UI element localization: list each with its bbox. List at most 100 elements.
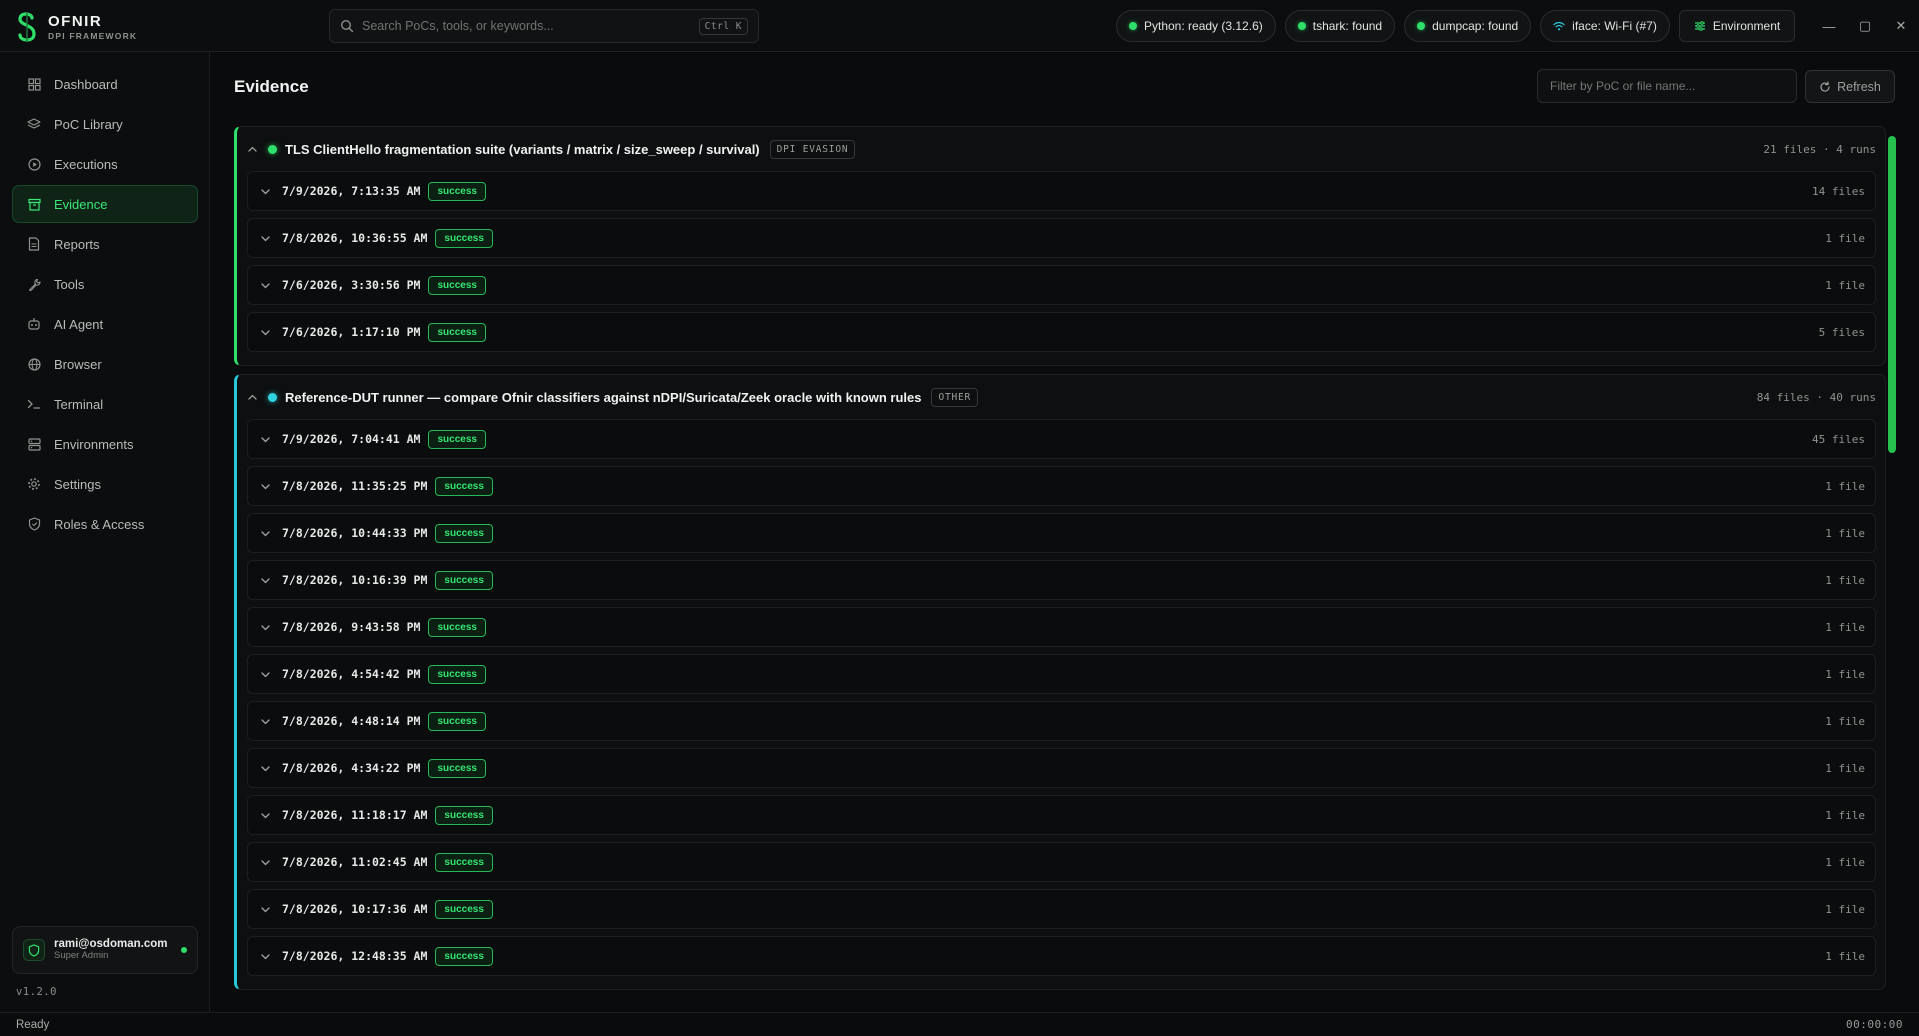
chevron-down-icon[interactable] [260, 903, 272, 915]
chevron-down-icon[interactable] [260, 809, 272, 821]
sidebar-item-label: Terminal [54, 396, 104, 412]
sidebar-item-evidence[interactable]: Evidence [12, 185, 198, 223]
group-category-tag: DPI EVASION [769, 139, 856, 159]
chevron-down-icon[interactable] [260, 433, 272, 445]
run-row[interactable]: 7/8/2026, 9:43:58 PM success 1 file [247, 607, 1876, 647]
minimize-button[interactable]: — [1811, 0, 1847, 52]
refresh-button[interactable]: Refresh [1805, 70, 1895, 103]
sidebar-item-ai-agent[interactable]: AI Agent [12, 305, 198, 343]
sidebar-item-browser[interactable]: Browser [12, 345, 198, 383]
window-controls: — ▢ ✕ [1811, 0, 1919, 52]
sidebar-item-roles-access[interactable]: Roles & Access [12, 505, 198, 543]
chevron-down-icon[interactable] [260, 480, 272, 492]
chevron-up-icon[interactable] [247, 391, 259, 403]
iface-status-pill[interactable]: iface: Wi-Fi (#7) [1540, 10, 1670, 42]
close-button[interactable]: ✕ [1883, 0, 1919, 52]
chevron-down-icon[interactable] [260, 621, 272, 633]
chevron-down-icon[interactable] [260, 232, 272, 244]
chevron-down-icon[interactable] [260, 856, 272, 868]
status-badge: success [435, 946, 493, 966]
run-timestamp: 7/8/2026, 11:02:45 AM [282, 855, 428, 869]
run-row[interactable]: 7/9/2026, 7:13:35 AM success 14 files [247, 171, 1876, 211]
layers-icon [27, 117, 41, 131]
run-timestamp: 7/8/2026, 4:34:22 PM [282, 761, 421, 775]
sidebar-item-label: AI Agent [54, 316, 104, 332]
status-badge: success [435, 899, 493, 919]
sidebar-item-reports[interactable]: Reports [12, 225, 198, 263]
chevron-down-icon[interactable] [260, 326, 272, 338]
run-timestamp: 7/8/2026, 11:18:17 AM [282, 808, 428, 822]
run-row[interactable]: 7/8/2026, 11:18:17 AM success 1 file [247, 795, 1876, 835]
run-row[interactable]: 7/8/2026, 10:16:39 PM success 1 file [247, 560, 1876, 600]
run-row[interactable]: 7/8/2026, 4:48:14 PM success 1 file [247, 701, 1876, 741]
chevron-down-icon[interactable] [260, 527, 272, 539]
run-row[interactable]: 7/8/2026, 12:48:35 AM success 1 file [247, 936, 1876, 976]
global-search[interactable]: Ctrl K [329, 9, 759, 43]
run-row[interactable]: 7/8/2026, 10:44:33 PM success 1 file [247, 513, 1876, 553]
user-card[interactable]: rami@osdoman.com Super Admin [12, 926, 198, 974]
run-row[interactable]: 7/8/2026, 11:02:45 AM success 1 file [247, 842, 1876, 882]
scrollbar[interactable] [1888, 136, 1896, 1012]
run-timestamp: 7/8/2026, 4:54:42 PM [282, 667, 421, 681]
evidence-group-header[interactable]: TLS ClientHello fragmentation suite (var… [247, 127, 1876, 171]
status-badge: success [435, 228, 493, 248]
status-badge: success [428, 711, 486, 731]
status-dot-icon [1297, 22, 1306, 30]
run-row[interactable]: 7/6/2026, 3:30:56 PM success 1 file [247, 265, 1876, 305]
run-row[interactable]: 7/6/2026, 1:17:10 PM success 5 files [247, 312, 1876, 352]
terminal-icon [27, 397, 41, 411]
sidebar-item-label: Reports [54, 236, 100, 252]
scrollbar-thumb[interactable] [1888, 136, 1896, 453]
run-row[interactable]: 7/8/2026, 10:17:36 AM success 1 file [247, 889, 1876, 929]
chevron-down-icon[interactable] [260, 279, 272, 291]
sidebar-item-tools[interactable]: Tools [12, 265, 198, 303]
tshark-status-pill[interactable]: tshark: found [1284, 10, 1396, 42]
status-pills: Python: ready (3.12.6) tshark: found dum… [1116, 10, 1796, 42]
sidebar-item-executions[interactable]: Executions [12, 145, 198, 183]
status-dot-icon [1417, 22, 1426, 30]
chevron-up-icon[interactable] [247, 143, 259, 155]
dumpcap-status-pill[interactable]: dumpcap: found [1404, 10, 1532, 42]
chevron-down-icon[interactable] [260, 715, 272, 727]
sidebar-item-label: Dashboard [54, 76, 118, 92]
sidebar-item-dashboard[interactable]: Dashboard [12, 65, 198, 103]
maximize-button[interactable]: ▢ [1847, 0, 1883, 52]
status-badge: success [435, 476, 493, 496]
sidebar-item-terminal[interactable]: Terminal [12, 385, 198, 423]
sidebar-item-poc-library[interactable]: PoC Library [12, 105, 198, 143]
gear-icon [27, 477, 41, 491]
run-row[interactable]: 7/8/2026, 4:54:42 PM success 1 file [247, 654, 1876, 694]
evidence-group-header[interactable]: Reference-DUT runner — compare Ofnir cla… [247, 375, 1876, 419]
run-row[interactable]: 7/8/2026, 11:35:25 PM success 1 file [247, 466, 1876, 506]
archive-icon [27, 197, 41, 211]
run-row[interactable]: 7/9/2026, 7:04:41 AM success 45 files [247, 419, 1876, 459]
sidebar-item-settings[interactable]: Settings [12, 465, 198, 503]
evidence-filter-input[interactable] [1537, 69, 1797, 103]
shield-icon [28, 943, 40, 957]
environment-button[interactable]: Environment [1678, 10, 1796, 42]
run-row[interactable]: 7/8/2026, 10:36:55 AM success 1 file [247, 218, 1876, 258]
chevron-down-icon[interactable] [260, 950, 272, 962]
chevron-down-icon[interactable] [260, 574, 272, 586]
run-file-count: 1 file [1825, 667, 1865, 681]
sidebar-item-label: Evidence [54, 196, 108, 212]
search-icon [340, 19, 354, 33]
chevron-down-icon[interactable] [260, 185, 272, 197]
run-timestamp: 7/6/2026, 1:17:10 PM [282, 325, 421, 339]
run-file-count: 1 file [1825, 902, 1865, 916]
sidebar-item-label: Browser [54, 356, 102, 372]
chevron-down-icon[interactable] [260, 668, 272, 680]
sidebar-item-label: Executions [54, 156, 118, 172]
run-row[interactable]: 7/8/2026, 4:34:22 PM success 1 file [247, 748, 1876, 788]
search-input[interactable] [362, 19, 699, 33]
run-timestamp: 7/8/2026, 10:17:36 AM [282, 902, 428, 916]
sidebar-item-label: Tools [54, 276, 85, 292]
chevron-down-icon[interactable] [260, 762, 272, 774]
run-file-count: 14 files [1812, 184, 1865, 198]
status-badge: success [435, 805, 493, 825]
python-status-pill[interactable]: Python: ready (3.12.6) [1116, 10, 1276, 42]
wrench-icon [27, 277, 41, 291]
sidebar-item-environments[interactable]: Environments [12, 425, 198, 463]
status-badge: success [435, 852, 493, 872]
python-status-label: Python: ready (3.12.6) [1144, 19, 1263, 33]
